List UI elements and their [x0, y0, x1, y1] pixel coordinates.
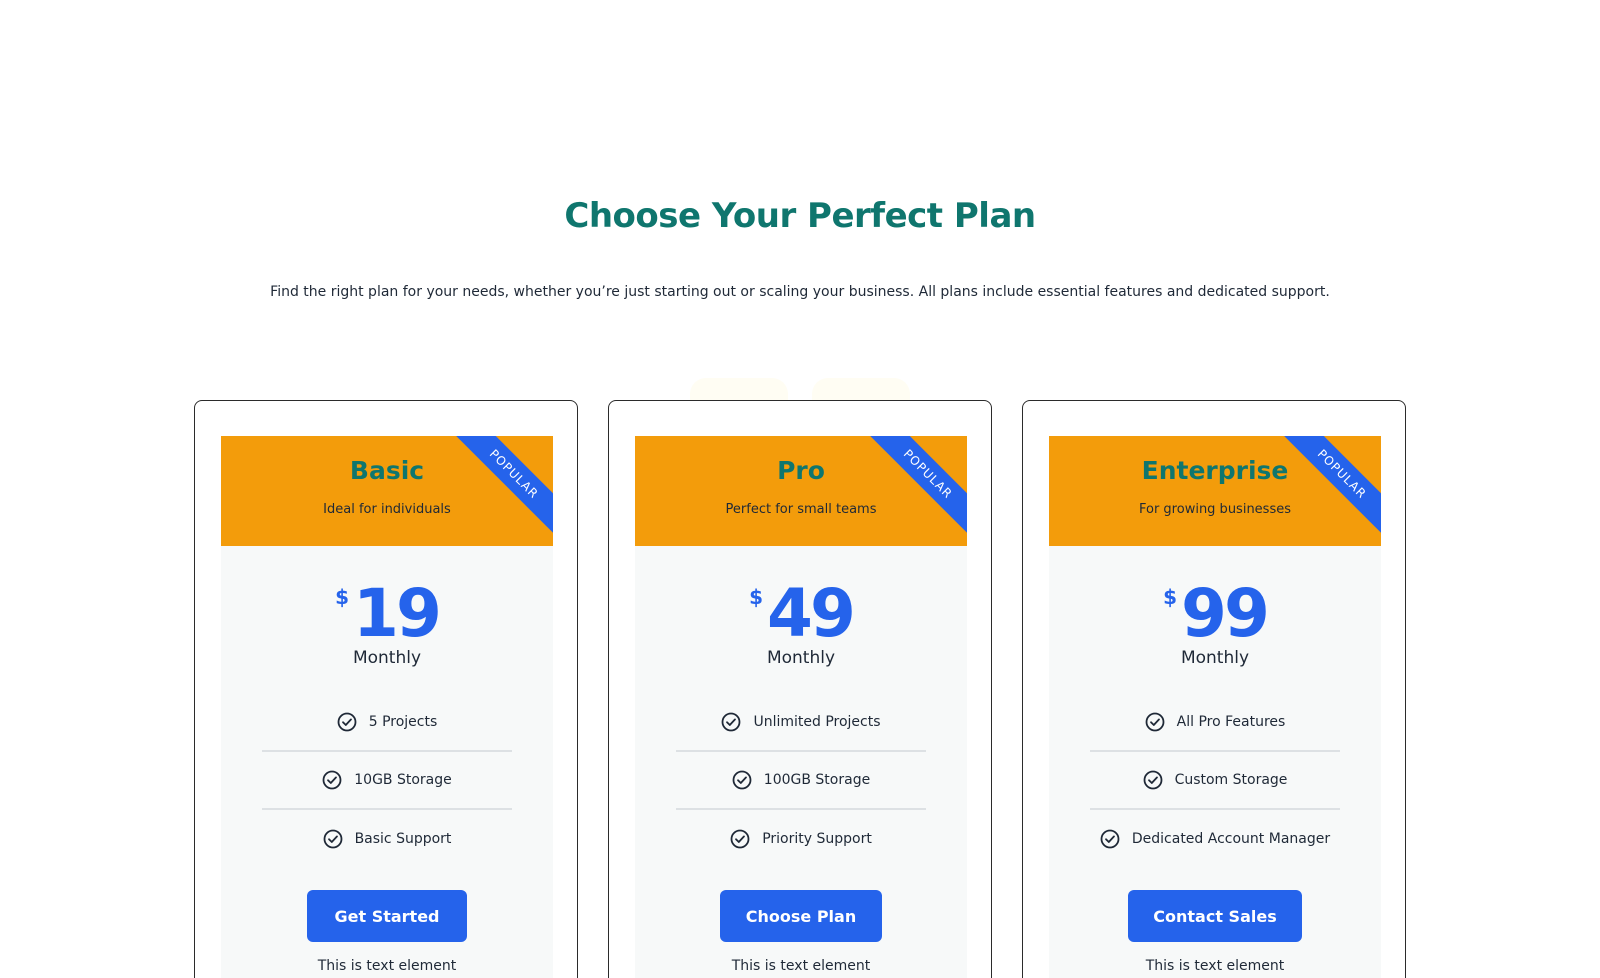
check-circle-icon — [722, 712, 741, 732]
billing-period: Monthly — [1180, 648, 1250, 668]
check-circle-icon — [730, 829, 750, 849]
check-circle-icon — [1100, 829, 1120, 849]
price-amount: 99 — [1181, 575, 1270, 652]
card-body: Enterprise For growing businesses POPULA… — [1049, 436, 1381, 978]
feature-label: All Pro Features — [1176, 714, 1286, 730]
feature-item: 5 Projects — [262, 694, 512, 752]
feature-item: Unlimited Projects — [676, 694, 926, 752]
pricing-card-pro: Pro Perfect for small teams POPULAR $49 … — [608, 400, 992, 978]
feature-label: 5 Projects — [368, 714, 438, 730]
feature-label: Basic Support — [354, 831, 452, 847]
feature-item: 10GB Storage — [262, 752, 512, 810]
feature-label: Custom Storage — [1174, 772, 1288, 788]
plan-description: For growing businesses — [1138, 502, 1291, 517]
popular-ribbon: POPULAR — [443, 436, 553, 545]
feature-list: 5 Projects 10GB Storage Basic Support — [262, 694, 512, 868]
feature-item: Custom Storage — [1090, 752, 1340, 810]
currency-symbol: $ — [335, 585, 350, 609]
check-circle-icon — [732, 770, 752, 790]
feature-label: Priority Support — [762, 831, 872, 847]
billing-period: Monthly — [766, 648, 836, 668]
plan-price: $99 — [1049, 581, 1381, 647]
pricing-card-basic: Basic Ideal for individuals POPULAR $19 … — [194, 400, 578, 978]
pricing-card-enterprise: Enterprise For growing businesses POPULA… — [1022, 400, 1406, 978]
check-circle-icon — [323, 829, 342, 849]
card-note: This is text element — [731, 958, 871, 974]
feature-list: All Pro Features Custom Storage Dedicate… — [1090, 694, 1340, 868]
card-body: Basic Ideal for individuals POPULAR $19 … — [221, 436, 553, 978]
currency-symbol: $ — [749, 585, 764, 609]
check-circle-icon — [322, 770, 342, 790]
price-amount: 49 — [767, 575, 856, 652]
feature-item: Priority Support — [676, 810, 926, 868]
check-circle-icon — [337, 712, 357, 732]
card-header: Pro Perfect for small teams POPULAR — [635, 436, 967, 546]
card-note: This is text element — [317, 958, 457, 974]
price-amount: 19 — [353, 575, 442, 652]
contact-sales-button[interactable]: Contact Sales — [1128, 890, 1302, 942]
get-started-button[interactable]: Get Started — [307, 890, 467, 942]
card-body: Pro Perfect for small teams POPULAR $49 … — [635, 436, 967, 978]
feature-item: Dedicated Account Manager — [1090, 810, 1340, 868]
billing-period: Monthly — [352, 648, 422, 668]
feature-list: Unlimited Projects 100GB Storage Priorit… — [676, 694, 926, 868]
plan-description: Perfect for small teams — [725, 502, 877, 517]
card-header: Basic Ideal for individuals POPULAR — [221, 436, 553, 546]
plan-price: $19 — [221, 581, 553, 647]
feature-item: Basic Support — [262, 810, 512, 868]
feature-item: All Pro Features — [1090, 694, 1340, 752]
check-circle-icon — [1145, 712, 1165, 732]
choose-plan-button[interactable]: Choose Plan — [720, 890, 882, 942]
plan-description: Ideal for individuals — [323, 502, 451, 517]
plan-price: $49 — [635, 581, 967, 647]
page-subtitle: Find the right plan for your needs, whet… — [270, 284, 1330, 300]
card-header: Enterprise For growing businesses POPULA… — [1049, 436, 1381, 546]
feature-label: 100GB Storage — [763, 772, 871, 788]
check-circle-icon — [1143, 770, 1162, 790]
pricing-page: Choose Your Perfect Plan Find the right … — [0, 0, 1600, 978]
feature-label: Unlimited Projects — [753, 714, 881, 730]
feature-label: 10GB Storage — [354, 772, 452, 788]
currency-symbol: $ — [1163, 585, 1178, 609]
popular-ribbon: POPULAR — [857, 436, 967, 545]
feature-item: 100GB Storage — [676, 752, 926, 810]
card-note: This is text element — [1145, 958, 1285, 974]
popular-ribbon: POPULAR — [1271, 436, 1381, 545]
page-title: Choose Your Perfect Plan — [564, 196, 1036, 236]
feature-label: Dedicated Account Manager — [1131, 831, 1331, 847]
